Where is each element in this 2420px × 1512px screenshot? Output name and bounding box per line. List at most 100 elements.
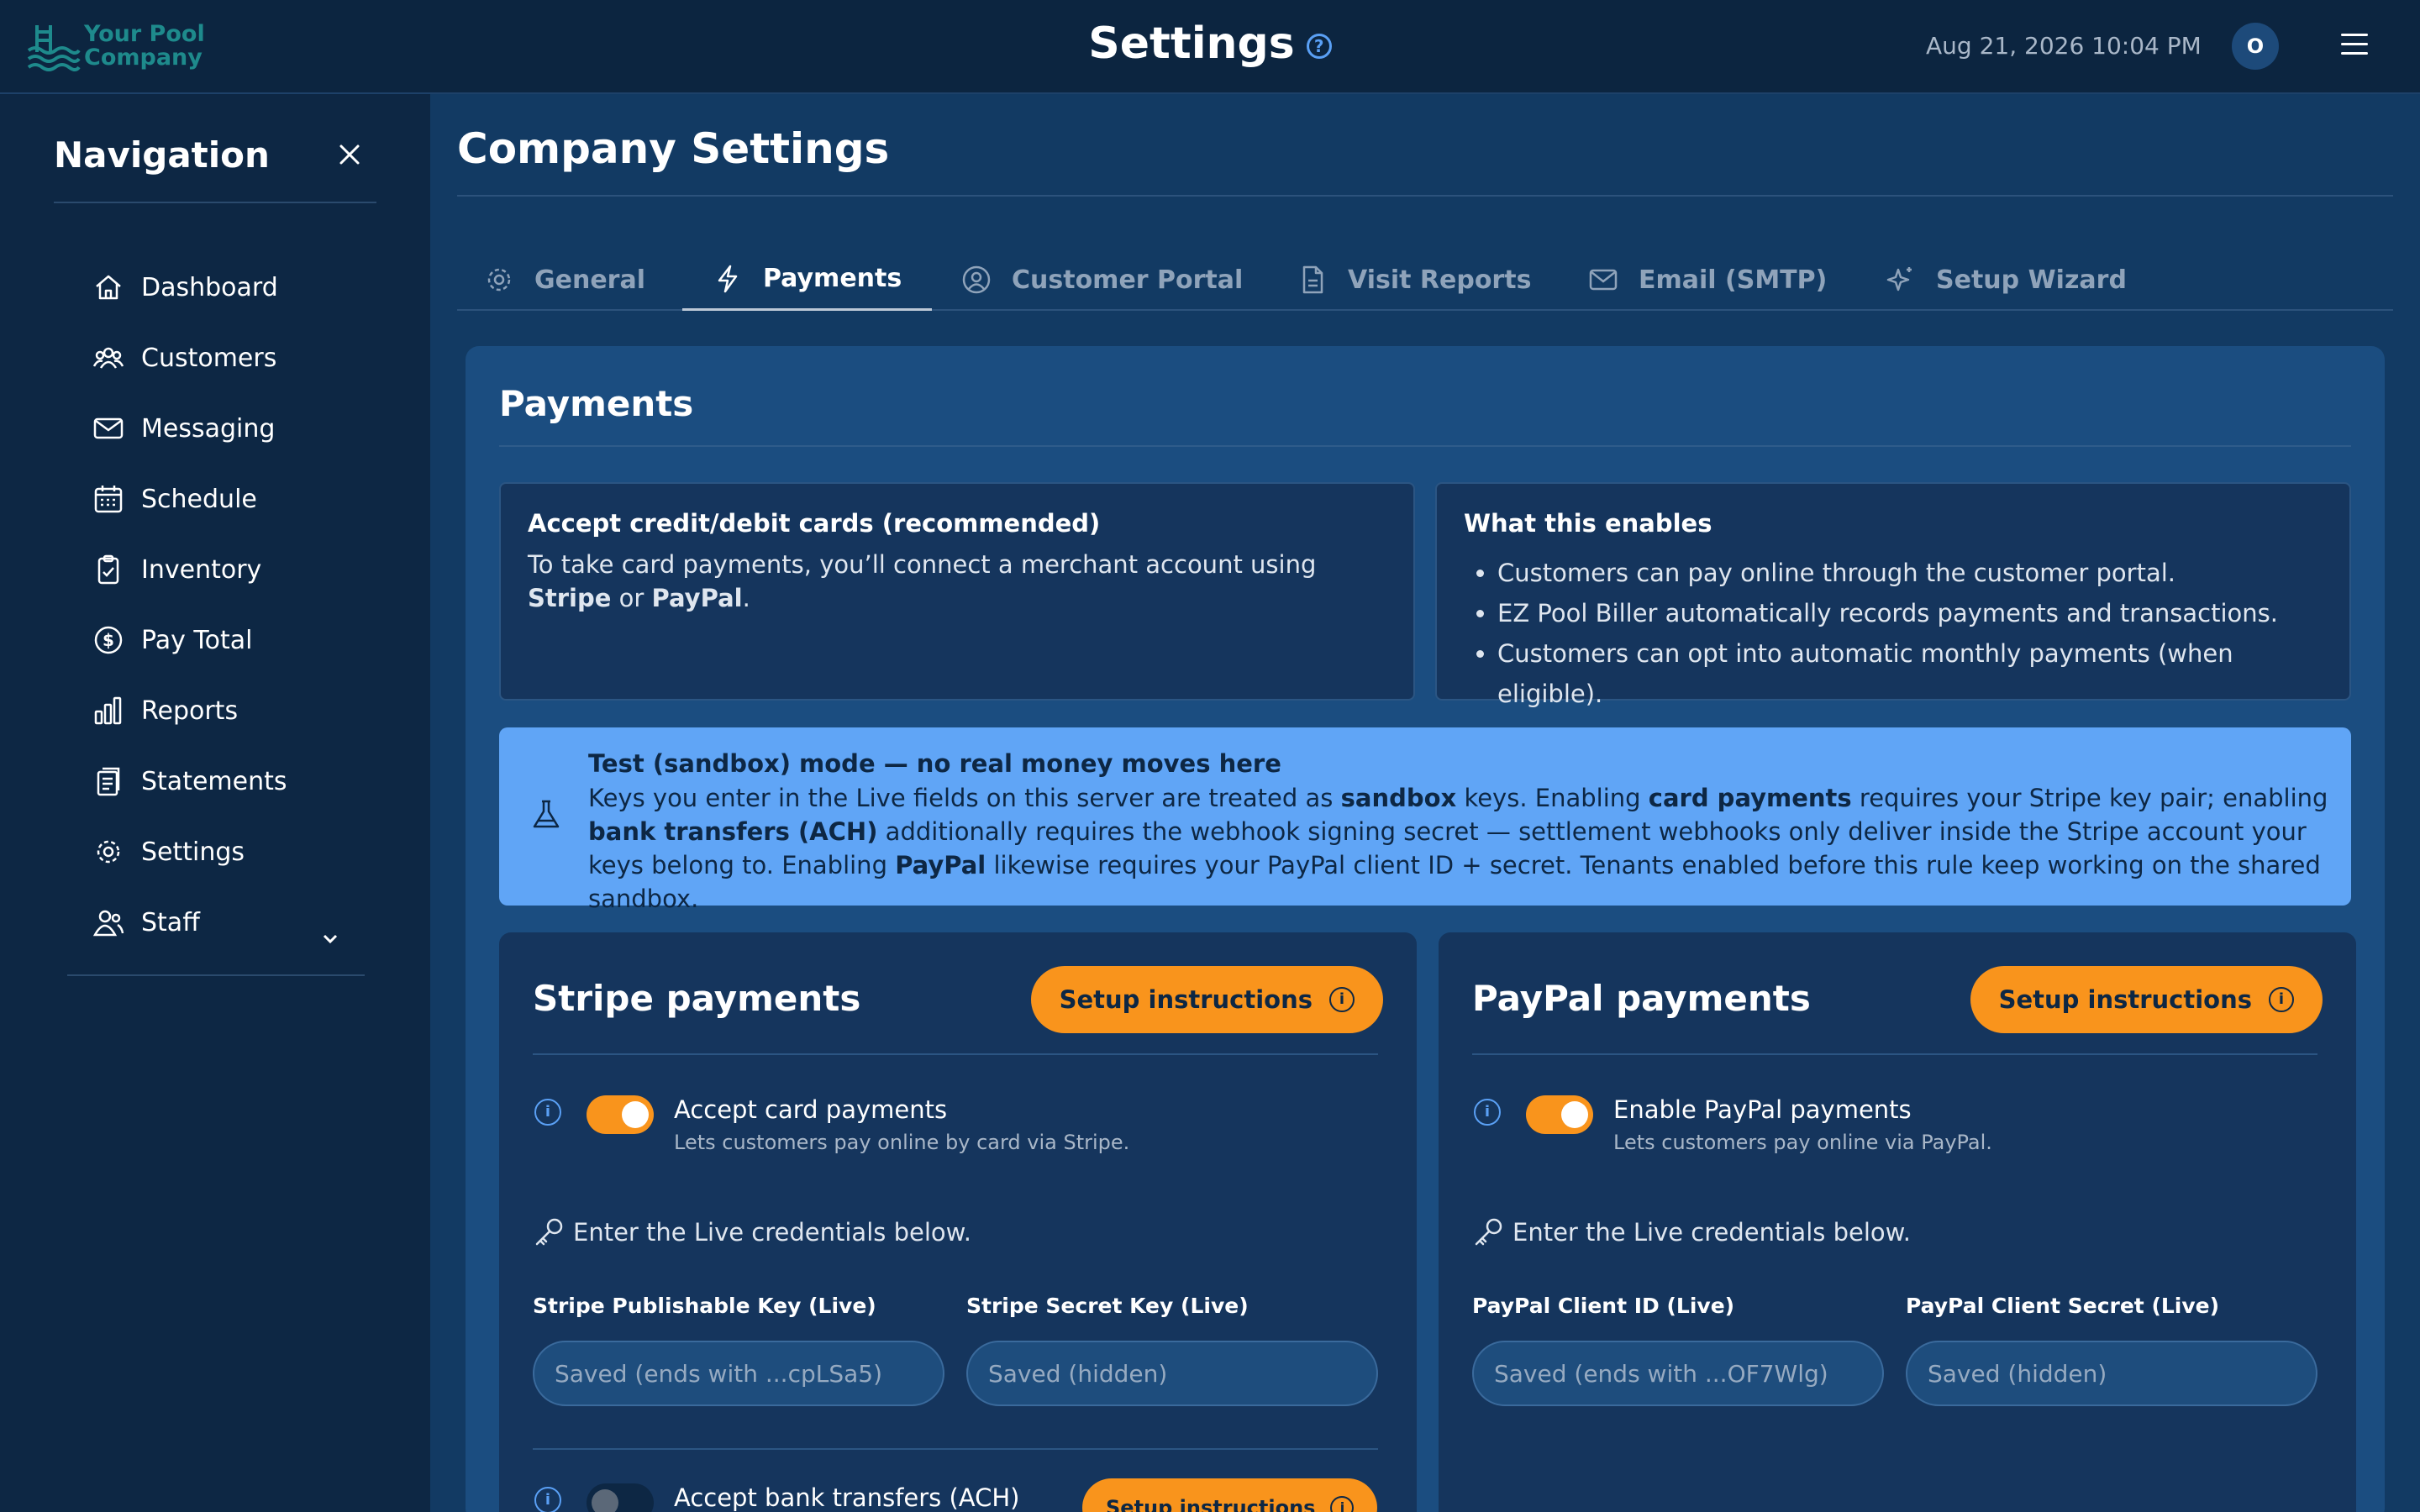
paypal-client-secret-input[interactable] (1906, 1341, 2317, 1406)
tab-label: Visit Reports (1348, 265, 1532, 295)
sandbox-text: Keys you enter in the Live fields on thi… (588, 784, 2328, 913)
flask-icon (533, 800, 560, 828)
sidebar-item-dashboard[interactable]: Dashboard (92, 252, 287, 323)
clipboard-check-icon (97, 554, 119, 585)
tab-label: Email (SMTP) (1639, 265, 1828, 295)
info-icon[interactable]: i (1474, 1099, 1501, 1126)
enables-list: Customers can pay online through the cus… (1497, 553, 2323, 714)
gear-icon (487, 268, 511, 291)
close-icon[interactable] (334, 139, 365, 170)
tab-label: Setup Wizard (1936, 265, 2127, 295)
file-icon (1302, 265, 1323, 294)
divider (533, 1448, 1378, 1450)
credentials-note: Enter the Live credentials below. (1472, 1216, 1911, 1248)
tab-customer-portal[interactable]: Customer Portal (961, 249, 1243, 311)
divider (67, 974, 365, 976)
sidebar-item-label: Statements (141, 766, 287, 796)
tab-label: Payments (763, 264, 902, 293)
divider (457, 195, 2393, 197)
sidebar-item-label: Inventory (141, 554, 262, 585)
sidebar-item-pay-total[interactable]: $ Pay Total (92, 605, 287, 675)
tab-payments[interactable]: Payments (682, 249, 933, 311)
key-icon (1475, 1218, 1502, 1246)
accept-card-payments-toggle[interactable] (587, 1095, 654, 1134)
accept-cards-text: To take card payments, you’ll connect a … (528, 550, 1317, 612)
tab-visit-reports[interactable]: Visit Reports (1297, 249, 1531, 311)
toggle-label: Accept card payments (674, 1095, 948, 1124)
credentials-note: Enter the Live credentials below. (533, 1216, 971, 1248)
tab-label: General (534, 265, 645, 295)
sidebar-item-label: Pay Total (141, 625, 253, 655)
mail-icon (93, 417, 124, 439)
sidebar-title: Navigation (54, 134, 270, 176)
paypal-client-secret-label: PayPal Client Secret (Live) (1906, 1294, 2220, 1318)
sidebar-item-label: Settings (141, 837, 245, 867)
sidebar-item-schedule[interactable]: Schedule (92, 464, 287, 534)
info-icon[interactable]: i (534, 1099, 561, 1126)
avatar[interactable]: O (2232, 23, 2279, 70)
stripe-panel: Stripe payments Setup instructions i i Ac… (499, 932, 1417, 1512)
key-icon (535, 1218, 563, 1246)
help-icon[interactable]: ? (1306, 34, 1332, 59)
top-bar: Your Pool Company Settings? Aug 21, 2026… (0, 0, 2420, 94)
info-icon: i (1329, 987, 1355, 1012)
stripe-secret-key-input[interactable] (966, 1341, 1378, 1406)
sidebar-item-inventory[interactable]: Inventory (92, 534, 287, 605)
sidebar-nav: Dashboard Customers Messaging Schedule I… (92, 252, 287, 958)
accept-cards-box: Accept credit/debit cards (recommended) … (499, 482, 1415, 701)
envelope-icon (1589, 269, 1618, 291)
credentials-note-text: Enter the Live credentials below. (1512, 1218, 1911, 1247)
tab-email-smtp[interactable]: Email (SMTP) (1588, 249, 1827, 311)
dollar-circle-icon: $ (94, 626, 123, 654)
sidebar-item-settings[interactable]: Settings (92, 816, 287, 887)
sandbox-title: Test (sandbox) mode — no real money move… (588, 749, 1281, 778)
svg-text:$: $ (103, 630, 114, 650)
button-label: Setup instructions (1106, 1496, 1316, 1512)
hamburger-menu-icon[interactable] (2341, 34, 2368, 59)
sidebar-item-label: Reports (141, 696, 239, 726)
enable-paypal-toggle[interactable] (1526, 1095, 1593, 1134)
tab-setup-wizard[interactable]: Setup Wizard (1886, 249, 2127, 311)
calendar-icon (94, 486, 123, 513)
lightning-icon (718, 265, 738, 292)
stripe-publishable-key-input[interactable] (533, 1341, 944, 1406)
button-label: Setup instructions (1998, 985, 2252, 1014)
what-this-enables-box: What this enables Customers can pay onli… (1435, 482, 2351, 708)
tab-label: Customer Portal (1012, 265, 1244, 295)
sidebar: Navigation Dashboard Customers Messaging… (0, 94, 430, 1512)
chevron-down-icon[interactable] (321, 929, 339, 948)
divider (1472, 1053, 2317, 1055)
tab-general[interactable]: General (484, 249, 645, 311)
list-item: Customers can opt into automatic monthly… (1497, 633, 2323, 714)
credentials-note-text: Enter the Live credentials below. (573, 1218, 971, 1247)
divider (499, 445, 2351, 447)
paypal-client-id-label: PayPal Client ID (Live) (1472, 1294, 1735, 1318)
paypal-client-id-input[interactable] (1472, 1341, 1884, 1406)
sidebar-item-customers[interactable]: Customers (92, 323, 287, 393)
sidebar-item-staff[interactable]: Staff (92, 887, 287, 958)
sidebar-item-reports[interactable]: Reports (92, 675, 287, 746)
sidebar-item-label: Schedule (141, 484, 257, 514)
ach-setup-instructions-button[interactable]: Setup instructions i (1082, 1478, 1378, 1512)
stripe-setup-instructions-button[interactable]: Setup instructions i (1030, 966, 1383, 1033)
info-icon: i (1330, 1496, 1355, 1512)
section-title: Company Settings (457, 124, 890, 173)
info-icon[interactable]: i (534, 1487, 561, 1512)
settings-tabs: General Payments Customer Portal Visit R… (457, 249, 2393, 311)
paypal-setup-instructions-button[interactable]: Setup instructions i (1970, 966, 2323, 1033)
accept-ach-toggle[interactable] (587, 1483, 654, 1512)
user-circle-icon (962, 265, 991, 294)
paypal-panel: PayPal payments Setup instructions i i En… (1439, 932, 2356, 1512)
sparkle-icon (1886, 267, 1912, 291)
sidebar-item-statements[interactable]: Statements (92, 746, 287, 816)
gear-icon (97, 840, 120, 864)
bar-chart-icon (94, 696, 122, 725)
sidebar-item-messaging[interactable]: Messaging (92, 393, 287, 464)
list-item: Customers can pay online through the cus… (1497, 553, 2323, 593)
divider (533, 1053, 1378, 1055)
payments-title: Payments (499, 383, 694, 424)
toggle-description: Lets customers pay online by card via St… (674, 1131, 1130, 1154)
list-item: EZ Pool Biller automatically records pay… (1497, 593, 2323, 633)
sidebar-item-label: Messaging (141, 413, 276, 444)
current-datetime: Aug 21, 2026 10:04 PM (1926, 32, 2202, 60)
